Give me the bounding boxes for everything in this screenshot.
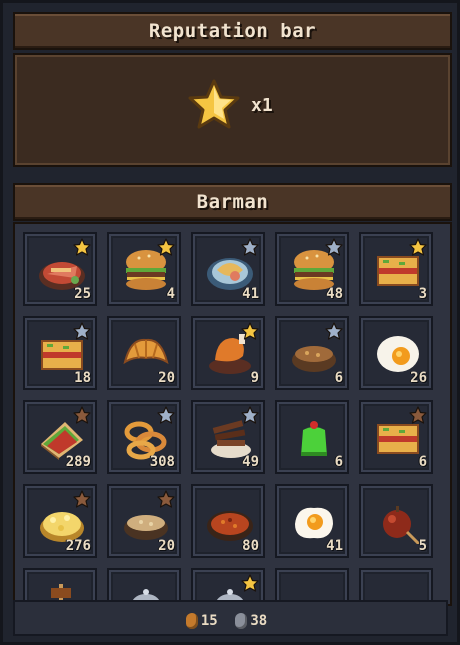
item-count: 6 bbox=[334, 370, 343, 386]
item-slot[interactable]: 20 bbox=[107, 484, 181, 558]
item-slot[interactable]: 49 bbox=[191, 400, 265, 474]
item-slot[interactable]: 276 bbox=[23, 484, 97, 558]
bronze-star-icon bbox=[73, 406, 91, 424]
gold-star-icon bbox=[73, 238, 91, 256]
silver-star-icon bbox=[241, 406, 259, 424]
bronze-star-icon bbox=[157, 490, 175, 508]
item-count: 41 bbox=[326, 538, 343, 554]
silver-coin-icon bbox=[235, 612, 248, 629]
reputation-panel: x1 bbox=[13, 53, 452, 167]
item-count: 26 bbox=[410, 370, 427, 386]
item-count: 49 bbox=[242, 454, 259, 470]
item-slot[interactable]: 6 bbox=[359, 400, 433, 474]
gold-star-icon bbox=[409, 238, 427, 256]
silver-star-icon bbox=[241, 238, 259, 256]
bronze-amount: 15 bbox=[200, 612, 218, 629]
bronze-star-icon bbox=[409, 406, 427, 424]
item-count: 276 bbox=[65, 538, 91, 554]
item-count: 25 bbox=[74, 286, 91, 302]
star-icon bbox=[188, 79, 240, 129]
silver-amount: 38 bbox=[250, 612, 268, 629]
silver-star-icon bbox=[325, 238, 343, 256]
item-slot[interactable]: 9 bbox=[191, 316, 265, 390]
item-slot[interactable]: 26 bbox=[359, 316, 433, 390]
item-count: 308 bbox=[149, 454, 175, 470]
item-count: 4 bbox=[166, 286, 175, 302]
gold-star-icon bbox=[157, 238, 175, 256]
item-slot[interactable]: 5 bbox=[359, 484, 433, 558]
silver-star-icon bbox=[157, 406, 175, 424]
item-count: 9 bbox=[250, 370, 259, 386]
item-count: 5 bbox=[418, 538, 427, 554]
item-slot[interactable]: 4 bbox=[107, 232, 181, 306]
inventory-window: Reputation bar x1 Barman 25 4 41 48 3 18 20 9 6 2… bbox=[0, 0, 460, 645]
reputation-multiplier: x1 bbox=[251, 95, 273, 116]
item-slot[interactable]: 48 bbox=[275, 232, 349, 306]
item-count: 3 bbox=[418, 286, 427, 302]
silver-star-icon bbox=[325, 322, 343, 340]
item-slot[interactable]: 80 bbox=[191, 484, 265, 558]
item-count: 41 bbox=[242, 286, 259, 302]
currency-footer: 15 38 bbox=[13, 600, 448, 636]
item-count: 80 bbox=[242, 538, 259, 554]
item-slot[interactable]: 6 bbox=[275, 400, 349, 474]
item-slot[interactable]: 308 bbox=[107, 400, 181, 474]
item-count: 6 bbox=[334, 454, 343, 470]
item-count: 289 bbox=[65, 454, 91, 470]
item-slot[interactable]: 18 bbox=[23, 316, 97, 390]
gold-star-icon bbox=[241, 322, 259, 340]
bronze-star-icon bbox=[73, 490, 91, 508]
item-slot[interactable]: 20 bbox=[107, 316, 181, 390]
item-count: 18 bbox=[74, 370, 91, 386]
candy-apple-icon bbox=[383, 506, 421, 544]
item-count: 20 bbox=[158, 370, 175, 386]
reputation-title: Reputation bar bbox=[13, 12, 452, 50]
silver-star-icon bbox=[73, 322, 91, 340]
item-count: 48 bbox=[326, 286, 343, 302]
barman-title: Barman bbox=[13, 183, 452, 221]
item-slot[interactable]: 25 bbox=[23, 232, 97, 306]
item-count: 6 bbox=[418, 454, 427, 470]
barman-item-grid: 25 4 41 48 3 18 20 9 6 26 289 308 49 6 6 276 20 80 41 5 bbox=[13, 222, 452, 606]
item-slot[interactable]: 3 bbox=[359, 232, 433, 306]
item-slot[interactable]: 41 bbox=[191, 232, 265, 306]
item-slot[interactable]: 289 bbox=[23, 400, 97, 474]
item-slot[interactable]: 6 bbox=[275, 316, 349, 390]
bronze-coin-icon bbox=[185, 612, 198, 629]
item-slot[interactable]: 41 bbox=[275, 484, 349, 558]
item-count: 20 bbox=[158, 538, 175, 554]
green-jelly-icon bbox=[301, 421, 327, 456]
gold-star-icon bbox=[241, 574, 259, 592]
